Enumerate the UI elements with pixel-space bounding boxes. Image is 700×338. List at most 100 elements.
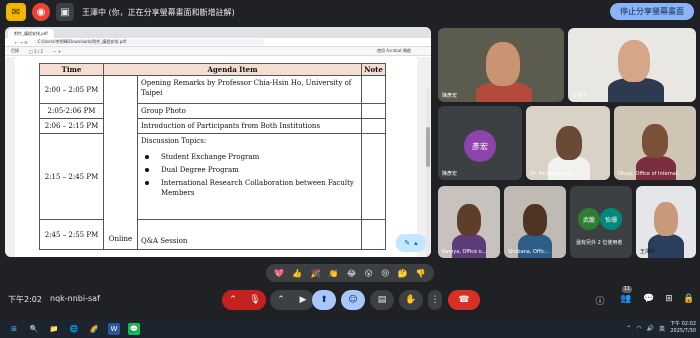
- pdf-toc-button[interactable]: 目錄: [11, 48, 19, 54]
- tray-time: 下午 02:02: [670, 321, 696, 327]
- emoji-icon: ☺: [348, 295, 358, 305]
- reaction-thumbs-up-icon[interactable]: 👍: [292, 269, 302, 278]
- agenda-item-cell: Introduction of Participants from Both I…: [137, 118, 362, 134]
- participant-name: Divya, Office of Internat...: [618, 171, 683, 177]
- reaction-clap-icon[interactable]: 👏: [329, 269, 339, 278]
- pdf-scrollbar[interactable]: [426, 87, 430, 257]
- wifi-icon[interactable]: ◠: [636, 325, 641, 332]
- note-cell: [361, 219, 386, 250]
- open-acrobat-button[interactable]: 使用 Acrobat 開啟: [377, 48, 411, 54]
- participant-name: Shobana, Offic...: [508, 249, 550, 255]
- tray-clock[interactable]: 下午 02:02 2025/7/30: [670, 321, 696, 335]
- chevron-up-icon[interactable]: ⌃: [626, 325, 631, 332]
- line-icon[interactable]: 💬: [128, 323, 140, 335]
- reaction-heart-icon[interactable]: 💖: [274, 269, 284, 278]
- header-note: Note: [361, 63, 386, 76]
- chevron-up-icon: ⌃: [229, 295, 237, 305]
- pdf-page-indicator[interactable]: □ 1 / 2: [29, 49, 43, 54]
- reaction-laugh-icon[interactable]: 😂: [347, 269, 356, 278]
- participant-tile[interactable]: Dr. Parthasarathy: [526, 106, 610, 180]
- time-cell: 2:05-2:06 PM: [39, 103, 104, 119]
- stop-sharing-button[interactable]: 停止分享螢幕畫面: [610, 3, 694, 20]
- chat-icon[interactable]: 💬: [643, 294, 655, 304]
- share-status-bar: ✉ ◉ ▣ 王澤中 (你，正在分享螢幕畫面和斷增註解) 停止分享螢幕畫面: [0, 0, 700, 24]
- mic-options-button[interactable]: ⌃: [222, 290, 244, 310]
- activities-icon[interactable]: ⊞: [663, 294, 675, 304]
- search-icon[interactable]: 🔍: [28, 323, 40, 335]
- back-icon[interactable]: ← → ⟳: [15, 40, 28, 45]
- reaction-sad-icon[interactable]: 😢: [381, 269, 389, 278]
- pdf-toolbar: 目錄 □ 1 / 2 − + 使用 Acrobat 開啟: [5, 47, 431, 56]
- host-controls-icon[interactable]: 🔒: [683, 294, 695, 304]
- camera-options-button[interactable]: ⌃: [270, 290, 292, 310]
- agenda-item-cell: Discussion Topics: Student Exchange Prog…: [137, 133, 362, 220]
- more-options-button[interactable]: ⋮: [428, 290, 442, 310]
- reactions-button[interactable]: ☺: [341, 290, 365, 310]
- browser-tab[interactable]: 附件_議程安排.pdf: [8, 29, 54, 38]
- file-explorer-icon[interactable]: 📁: [48, 323, 60, 335]
- mic-toggle-button[interactable]: 🎙: [244, 290, 266, 310]
- participant-tile[interactable]: 陳彥宏: [438, 28, 564, 102]
- participant-tile[interactable]: 王澤中: [568, 28, 696, 102]
- participant-name: 王澤中: [640, 249, 656, 255]
- ime-indicator[interactable]: 英: [659, 324, 665, 333]
- participant-tile[interactable]: 彥宏 陳彥宏: [438, 106, 522, 180]
- shared-screen: 附件_議程安排.pdf ← → ⟳ C:/Users/李明暉/Downloads…: [5, 27, 431, 257]
- agenda-table: Time Agenda Item Note 2:00 – 2:05 PM Onl…: [39, 63, 386, 250]
- more-vert-icon: ⋮: [430, 295, 440, 305]
- participant-tile[interactable]: Divya, Office of Internat...: [614, 106, 696, 180]
- participant-video: [457, 204, 481, 236]
- list-item: Dual Degree Program: [141, 165, 359, 175]
- participant-tile[interactable]: Ramya, Office o...: [438, 186, 500, 258]
- leave-call-button[interactable]: ☎: [448, 290, 480, 310]
- participant-tile[interactable]: 武龍 怡珊 還有另外 2 位使用者: [570, 186, 632, 258]
- hang-up-icon: ☎: [458, 295, 470, 305]
- chevron-up-icon: ⌃: [277, 295, 285, 305]
- participant-video: [486, 42, 520, 86]
- windows-taskbar: ⊞ 🔍 📁 🌐 🌈 W 💬 ⌃ ◠ 🔊 英 下午 02:02 2025/7/30: [0, 320, 700, 338]
- volume-icon[interactable]: 🔊: [647, 325, 654, 332]
- pdf-page: Time Agenda Item Note 2:00 – 2:05 PM Onl…: [15, 57, 417, 257]
- avatar: 武龍: [578, 208, 600, 230]
- present-button[interactable]: ⬆: [312, 290, 336, 310]
- start-icon[interactable]: ⊞: [8, 323, 20, 335]
- reaction-thinking-icon[interactable]: 🤔: [398, 269, 408, 278]
- present-icon[interactable]: ▣: [56, 3, 74, 21]
- participant-video: [556, 126, 582, 160]
- participant-name: Ramya, Office o...: [442, 249, 487, 255]
- captions-button[interactable]: ▤: [370, 290, 394, 310]
- header-agenda-item: Agenda Item: [103, 63, 362, 76]
- pdf-scroll-thumb[interactable]: [426, 127, 430, 167]
- reaction-thumbs-down-icon[interactable]: 👎: [416, 269, 426, 278]
- reaction-party-icon[interactable]: 🎉: [311, 269, 321, 278]
- browser-tabstrip: 附件_議程安排.pdf: [5, 27, 431, 38]
- word-icon[interactable]: W: [108, 323, 120, 335]
- chrome-icon[interactable]: 🌈: [88, 323, 100, 335]
- people-icon[interactable]: 👥: [620, 294, 632, 304]
- self-view-tile[interactable]: 王澤中: [636, 186, 696, 258]
- share-status-text: 王澤中 (你，正在分享螢幕畫面和斷增註解): [82, 7, 235, 17]
- address-bar: ← → ⟳ C:/Users/李明暉/Downloads/附件_議程安排.pdf: [5, 38, 431, 47]
- time-cell: 2:45 – 2:55 PM: [39, 219, 104, 250]
- participant-name: 陳彥宏: [442, 171, 458, 177]
- annotate-button[interactable]: ✎ ▴: [396, 234, 426, 252]
- notification-icon[interactable]: ✉: [6, 3, 26, 21]
- camera-icon: ▶: [299, 295, 307, 305]
- note-cell: [361, 103, 386, 119]
- pdf-zoom-controls[interactable]: − +: [53, 49, 61, 54]
- participant-tile[interactable]: Shobana, Offic...: [504, 186, 566, 258]
- time-cell: 2:15 – 2:45 PM: [39, 133, 104, 220]
- captions-icon: ▤: [377, 295, 387, 305]
- note-cell: [361, 118, 386, 134]
- url-field[interactable]: C:/Users/李明暉/Downloads/附件_議程安排.pdf: [33, 39, 264, 45]
- list-item: International Research Collaboration bet…: [141, 178, 359, 198]
- info-icon[interactable]: ⓘ: [594, 294, 606, 307]
- camera-toggle-button[interactable]: ▶: [292, 290, 314, 310]
- raise-hand-button[interactable]: ✋: [399, 290, 423, 310]
- note-cell: [361, 75, 386, 104]
- record-icon[interactable]: ◉: [32, 3, 50, 21]
- mic-off-icon: 🎙: [249, 295, 261, 305]
- edge-icon[interactable]: 🌐: [68, 323, 80, 335]
- reaction-surprised-icon[interactable]: 😮: [365, 269, 373, 278]
- tray-date: 2025/7/30: [670, 328, 696, 334]
